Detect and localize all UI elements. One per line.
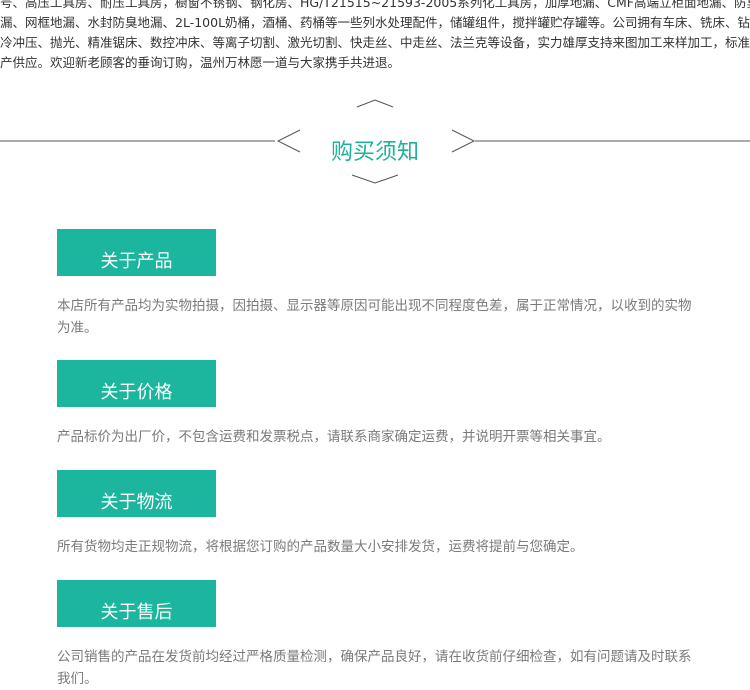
notice-heading: 关于售后 <box>57 580 216 627</box>
chevron-down-icon <box>351 174 399 184</box>
notice-heading: 关于价格 <box>57 360 216 407</box>
intro-line: 漏、网框地漏、水封防臭地漏、2L-100L奶桶，酒桶、药桶等一些列水处理配件，储… <box>0 15 750 30</box>
notice-heading: 关于产品 <box>57 229 216 276</box>
notice-price: 关于价格 产品标价为出厂价，不包含运费和发票税点，请联系商家确定运费，并说明开票… <box>57 360 697 448</box>
intro-line: 号、高压工具房、耐压工具房，橱窗不锈钢、钢化房、HG/T21515~21593-… <box>0 0 750 10</box>
notice-product: 关于产品 本店所有产品均为实物拍摄，因拍摄、显示器等原因可能出现不同程度色差，属… <box>57 229 697 339</box>
company-intro: 号、高压工具房、耐压工具房，橱窗不锈钢、钢化房、HG/T21515~21593-… <box>0 0 750 73</box>
chevron-right-icon <box>451 129 476 153</box>
chevron-up-icon <box>356 99 394 108</box>
intro-line: 产供应。欢迎新老顾客的垂询订购，温州万林愿一道与大家携手共进退。 <box>0 55 401 70</box>
intro-line: 冷冲压、抛光、精准锯床、数控冲床、等离子切割、激光切割、快走丝、中走丝、法兰克等… <box>0 35 750 50</box>
chevron-left-icon <box>276 129 301 153</box>
section-title: 购买须知 <box>330 140 419 165</box>
notice-text: 公司销售的产品在发货前均经过严格质量检测，确保产品良好，请在收货前仔细检查，如有… <box>57 649 692 687</box>
notice-heading: 关于物流 <box>57 470 216 517</box>
notice-text: 所有货物均走正规物流，将根据您订购的产品数量大小安排发货，运费将提前与您确定。 <box>57 539 584 555</box>
notice-logistics: 关于物流 所有货物均走正规物流，将根据您订购的产品数量大小安排发货，运费将提前与… <box>57 470 697 558</box>
notice-after-sales: 关于售后 公司销售的产品在发货前均经过严格质量检测，确保产品良好，请在收货前仔细… <box>57 580 697 690</box>
notice-text: 本店所有产品均为实物拍摄，因拍摄、显示器等原因可能出现不同程度色差，属于正常情况… <box>57 298 692 336</box>
notice-text: 产品标价为出厂价，不包含运费和发票税点，请联系商家确定运费，并说明开票等相关事宜… <box>57 429 611 445</box>
